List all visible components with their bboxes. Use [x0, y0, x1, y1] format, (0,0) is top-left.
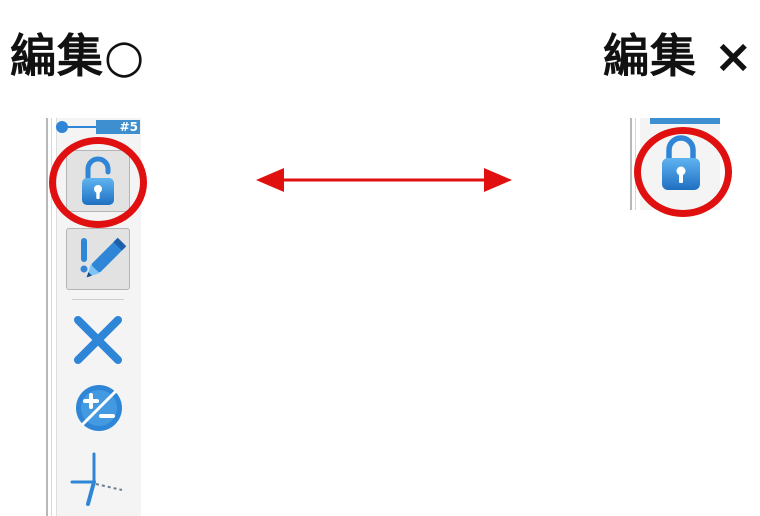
- axes-button[interactable]: [70, 448, 130, 508]
- axes-icon: [70, 452, 123, 506]
- heading-edit-allowed: 編集○: [10, 29, 146, 83]
- close-x-icon: [74, 316, 122, 364]
- toolbar-tab-strip: [650, 118, 720, 124]
- toolbar-edge-line: [630, 118, 632, 210]
- toolbar-handle-dot[interactable]: [56, 121, 68, 133]
- plus-minus-button[interactable]: [72, 381, 126, 435]
- toolbar-edge-line: [46, 118, 48, 516]
- highlight-circle: [634, 127, 732, 217]
- edit-button[interactable]: [66, 228, 130, 290]
- exclamation-pencil-icon: [80, 237, 127, 278]
- double-arrow-icon: [256, 168, 512, 192]
- toolbar-divider: [72, 299, 124, 300]
- highlight-circle: [49, 137, 147, 228]
- close-button[interactable]: [70, 312, 126, 368]
- toolbar-tab[interactable]: #5: [96, 120, 140, 134]
- heading-edit-not-allowed: 編集 ×: [603, 29, 754, 83]
- toolbar-header: #5: [56, 118, 140, 134]
- plus-minus-circle-icon: [76, 385, 122, 431]
